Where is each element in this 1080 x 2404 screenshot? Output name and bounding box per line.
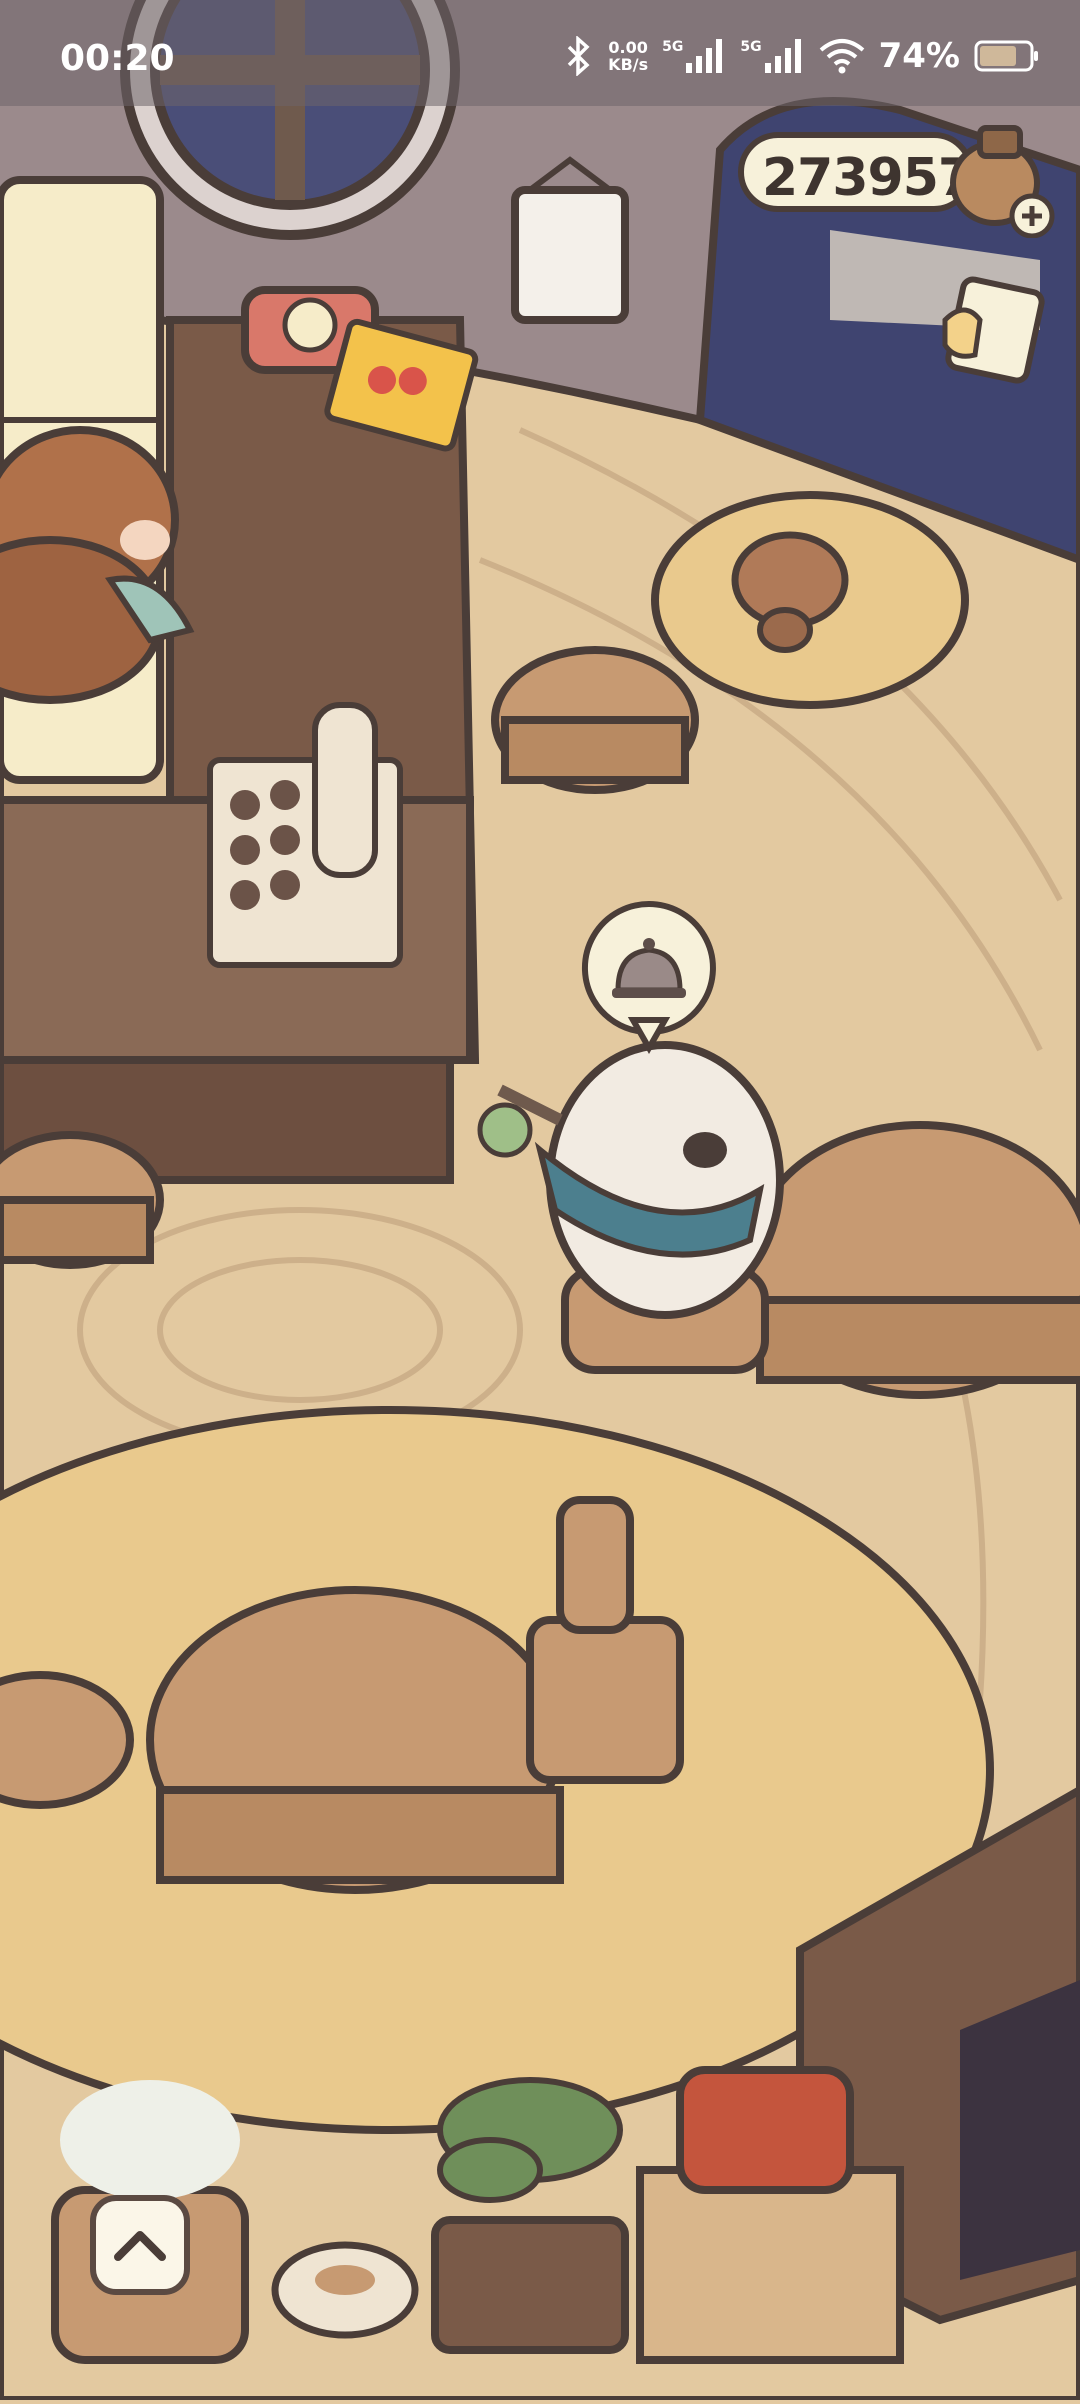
sim1-signal: 5G [662, 39, 726, 73]
signal-icon [686, 39, 723, 73]
sim2-signal: 5G [740, 39, 804, 73]
battery-icon [974, 40, 1038, 72]
chevron-up-icon [114, 2231, 166, 2261]
mail-icon [942, 276, 1045, 384]
order-bubble[interactable] [578, 898, 720, 1058]
network-speed-value: 0.00 [608, 38, 648, 57]
service-bell-icon [581, 901, 716, 1055]
coin-bag-icon [950, 125, 1055, 239]
stool-left [0, 1131, 164, 1269]
small-pot [271, 2241, 419, 2339]
sim1-label: 5G [662, 39, 684, 55]
mail-button[interactable] [935, 275, 1045, 385]
signal-icon [764, 39, 801, 73]
sim2-label: 5G [740, 39, 762, 55]
coin-amount: 273957 [762, 148, 974, 208]
status-bar: 00:20 0.00 KB/s 5G 5G 74% [0, 0, 1080, 106]
add-coins-button[interactable] [950, 118, 1060, 239]
status-time: 00:20 [60, 38, 175, 79]
battery-percent: 74% [878, 36, 960, 76]
network-speed-unit: KB/s [608, 55, 649, 74]
table-right [746, 1121, 1080, 1399]
table-center [146, 1586, 564, 1894]
stool-top [491, 646, 699, 794]
bluetooth-icon [567, 36, 590, 76]
coin-counter: 273957 [738, 132, 974, 212]
stool-lower-left [0, 1671, 134, 1809]
expand-menu-button[interactable] [90, 2195, 190, 2295]
network-speed: 0.00 KB/s [608, 39, 648, 73]
cafe-scene[interactable] [0, 0, 1080, 2404]
wifi-icon [819, 39, 864, 74]
cafe-illustration [0, 0, 1080, 2404]
